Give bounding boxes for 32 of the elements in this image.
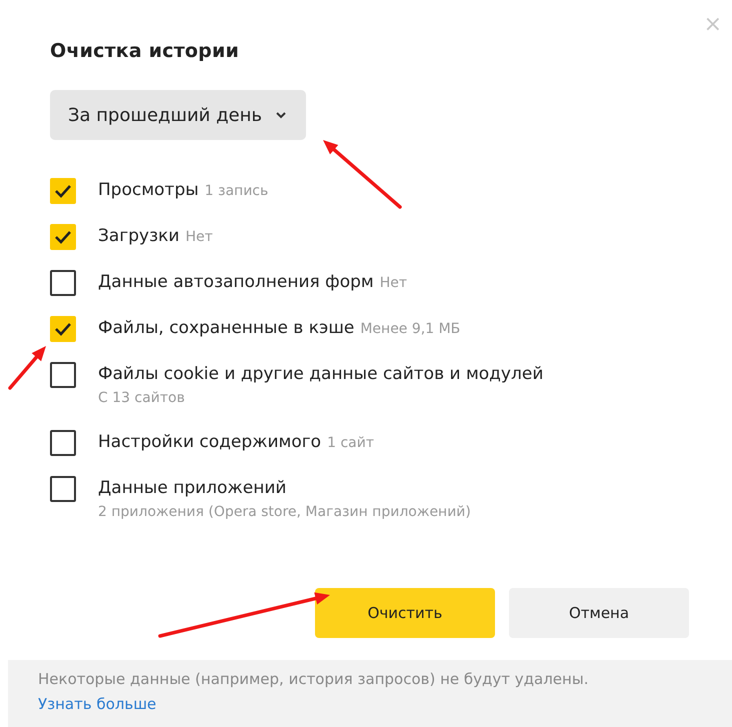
checkbox[interactable] bbox=[50, 224, 76, 250]
clear-button[interactable]: Очистить bbox=[315, 588, 495, 638]
caret-icon bbox=[276, 112, 286, 118]
checkbox[interactable] bbox=[50, 270, 76, 296]
item-label: Просмотры bbox=[98, 180, 199, 200]
item-label: Файлы, сохраненные в кэше bbox=[98, 318, 354, 338]
cancel-button[interactable]: Отмена bbox=[509, 588, 689, 638]
period-dropdown[interactable]: За прошедший день bbox=[50, 90, 306, 140]
item-label: Настройки содержимого bbox=[98, 432, 322, 452]
checkmark-icon bbox=[54, 322, 72, 336]
checkbox[interactable] bbox=[50, 362, 76, 388]
dialog-title: Очистка истории bbox=[50, 40, 240, 62]
item-detail: 1 запись bbox=[204, 183, 268, 199]
footer-note: Некоторые данные (например, история запросов) не будут удалены. bbox=[38, 670, 590, 688]
annotation-arrow bbox=[8, 346, 46, 390]
learn-more-link[interactable]: Узнать больше bbox=[38, 695, 156, 713]
item-label: Данные автозаполнения форм bbox=[98, 272, 374, 292]
checkbox[interactable] bbox=[50, 178, 76, 204]
item-detail: Нет bbox=[380, 275, 408, 291]
item-label: Данные приложений bbox=[98, 478, 286, 498]
item-detail: Менее 9,1 МБ bbox=[360, 321, 460, 337]
checkbox[interactable] bbox=[50, 316, 76, 342]
checkbox[interactable] bbox=[50, 476, 76, 502]
item-detail: 1 сайт bbox=[327, 435, 374, 451]
checkmark-icon bbox=[54, 230, 72, 244]
checkbox[interactable] bbox=[50, 430, 76, 456]
item-detail: 2 приложения (Opera store, Магазин приложений) bbox=[98, 504, 471, 520]
item-label: Загрузки bbox=[98, 226, 180, 246]
item-label: Файлы cookie и другие данные сайтов и модулей bbox=[98, 364, 544, 384]
item-detail: Нет bbox=[185, 229, 213, 245]
item-detail: С 13 сайтов bbox=[98, 390, 186, 406]
checkmark-icon bbox=[54, 184, 72, 198]
